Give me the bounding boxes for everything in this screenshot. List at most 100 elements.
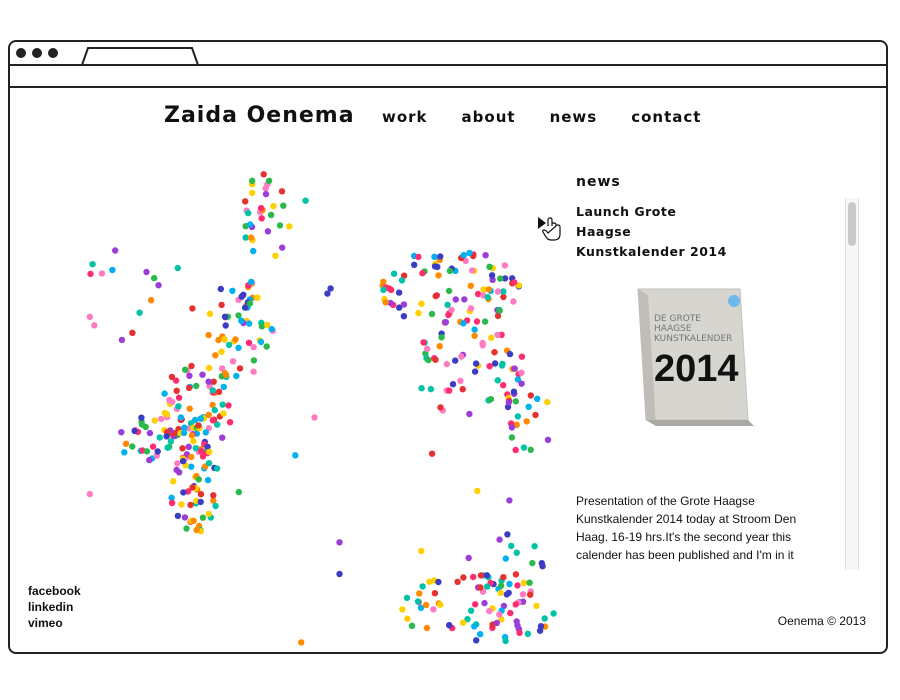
confetti-dot — [129, 329, 136, 336]
confetti-dot — [199, 453, 207, 460]
confetti-dot — [506, 497, 513, 504]
confetti-dot — [466, 249, 473, 257]
confetti-dot — [250, 357, 258, 364]
confetti-dot — [193, 526, 200, 534]
confetti-dot — [494, 331, 501, 339]
confetti-dot — [233, 372, 240, 380]
confetti-dot — [220, 410, 227, 417]
window-control-icon[interactable] — [32, 48, 42, 58]
confetti-dot — [236, 365, 244, 372]
confetti-dot — [211, 406, 218, 414]
confetti-dot — [510, 388, 518, 395]
confetti-dot — [272, 252, 279, 259]
confetti-dot — [229, 287, 236, 294]
confetti-dot — [533, 602, 540, 610]
confetti-dot — [529, 559, 536, 567]
address-bar[interactable] — [10, 64, 886, 88]
social-vimeo-link[interactable]: vimeo — [28, 615, 81, 631]
confetti-dot — [427, 385, 435, 393]
confetti-dot — [122, 440, 130, 447]
confetti-dot — [504, 531, 511, 538]
confetti-dot — [544, 436, 552, 443]
confetti-dot — [174, 264, 181, 272]
confetti-dot — [496, 611, 503, 618]
confetti-dot — [246, 221, 254, 228]
confetti-dot — [500, 574, 507, 581]
confetti-dot — [442, 319, 449, 326]
confetti-dot — [138, 414, 145, 421]
confetti-dot — [336, 570, 343, 578]
confetti-dot — [527, 446, 534, 453]
confetti-dot — [484, 294, 491, 301]
social-linkedin-link[interactable]: linkedin — [28, 599, 81, 615]
confetti-dot — [292, 452, 299, 459]
confetti-dot — [508, 542, 515, 550]
confetti-dot — [163, 433, 170, 440]
confetti-dot — [156, 434, 163, 441]
confetti-dot — [146, 429, 154, 437]
confetti-dot — [250, 368, 257, 375]
confetti-dot — [400, 313, 408, 320]
nav-contact[interactable]: contact — [631, 108, 701, 126]
confetti-dot — [179, 445, 186, 452]
confetti-dot — [158, 415, 165, 423]
confetti-dot — [525, 403, 532, 410]
confetti-dot — [454, 578, 461, 585]
social-facebook-link[interactable]: facebook — [28, 583, 81, 599]
browser-tab[interactable] — [80, 46, 200, 66]
confetti-dot — [502, 555, 509, 562]
confetti-dot — [434, 263, 441, 271]
confetti-dot — [188, 432, 196, 439]
confetti-dot — [404, 615, 411, 622]
confetti-dot — [431, 253, 438, 260]
confetti-dot — [432, 356, 439, 363]
confetti-dot — [460, 574, 467, 581]
nav-news[interactable]: news — [550, 108, 598, 126]
confetti-dot — [327, 285, 334, 292]
confetti-dot — [238, 317, 245, 324]
article-title[interactable]: Launch Grote Haagse Kunstkalender 2014 — [576, 202, 736, 262]
confetti-dot — [229, 358, 237, 365]
confetti-dot — [143, 448, 151, 455]
confetti-dot — [532, 411, 539, 419]
confetti-dot — [531, 543, 538, 550]
calendar-text-line2: HAAGSE — [654, 324, 692, 334]
confetti-dot — [514, 413, 522, 420]
confetti-dot — [422, 601, 430, 609]
confetti-dot — [213, 465, 221, 472]
confetti-dot — [395, 289, 403, 296]
confetti-dot — [220, 383, 227, 391]
confetti-dot — [219, 401, 226, 408]
nav-work[interactable]: work — [382, 108, 428, 126]
confetti-dot — [512, 446, 519, 454]
confetti-dot — [508, 424, 516, 431]
confetti-dot — [279, 244, 286, 251]
window-control-icon[interactable] — [48, 48, 58, 58]
confetti-dot — [147, 297, 155, 304]
calendar-year: 2014 — [654, 348, 739, 390]
confetti-dot — [222, 322, 229, 329]
news-scrollbar-thumb[interactable] — [848, 202, 856, 246]
confetti-dot — [298, 639, 305, 646]
confetti-dot — [222, 371, 230, 379]
confetti-dot — [511, 279, 518, 286]
confetti-dot — [199, 371, 206, 378]
nav-about[interactable]: about — [462, 108, 516, 126]
confetti-dot — [499, 360, 506, 368]
confetti-dot — [197, 491, 205, 498]
confetti-dot — [500, 293, 507, 301]
window-control-icon[interactable] — [16, 48, 26, 58]
site-title[interactable]: Zaida Oenema — [164, 103, 355, 128]
confetti-dot — [164, 444, 171, 451]
confetti-dot — [473, 318, 481, 325]
confetti-dot — [205, 378, 212, 385]
confetti-dot — [195, 422, 202, 429]
hand-pointer-icon — [538, 217, 561, 241]
confetti-dot — [419, 583, 426, 590]
news-scrollbar[interactable] — [845, 198, 859, 570]
confetti-dot — [382, 299, 389, 306]
confetti-dot — [411, 261, 418, 268]
confetti-dot — [98, 270, 106, 277]
confetti-dot — [192, 445, 199, 452]
confetti-dot — [146, 456, 153, 464]
